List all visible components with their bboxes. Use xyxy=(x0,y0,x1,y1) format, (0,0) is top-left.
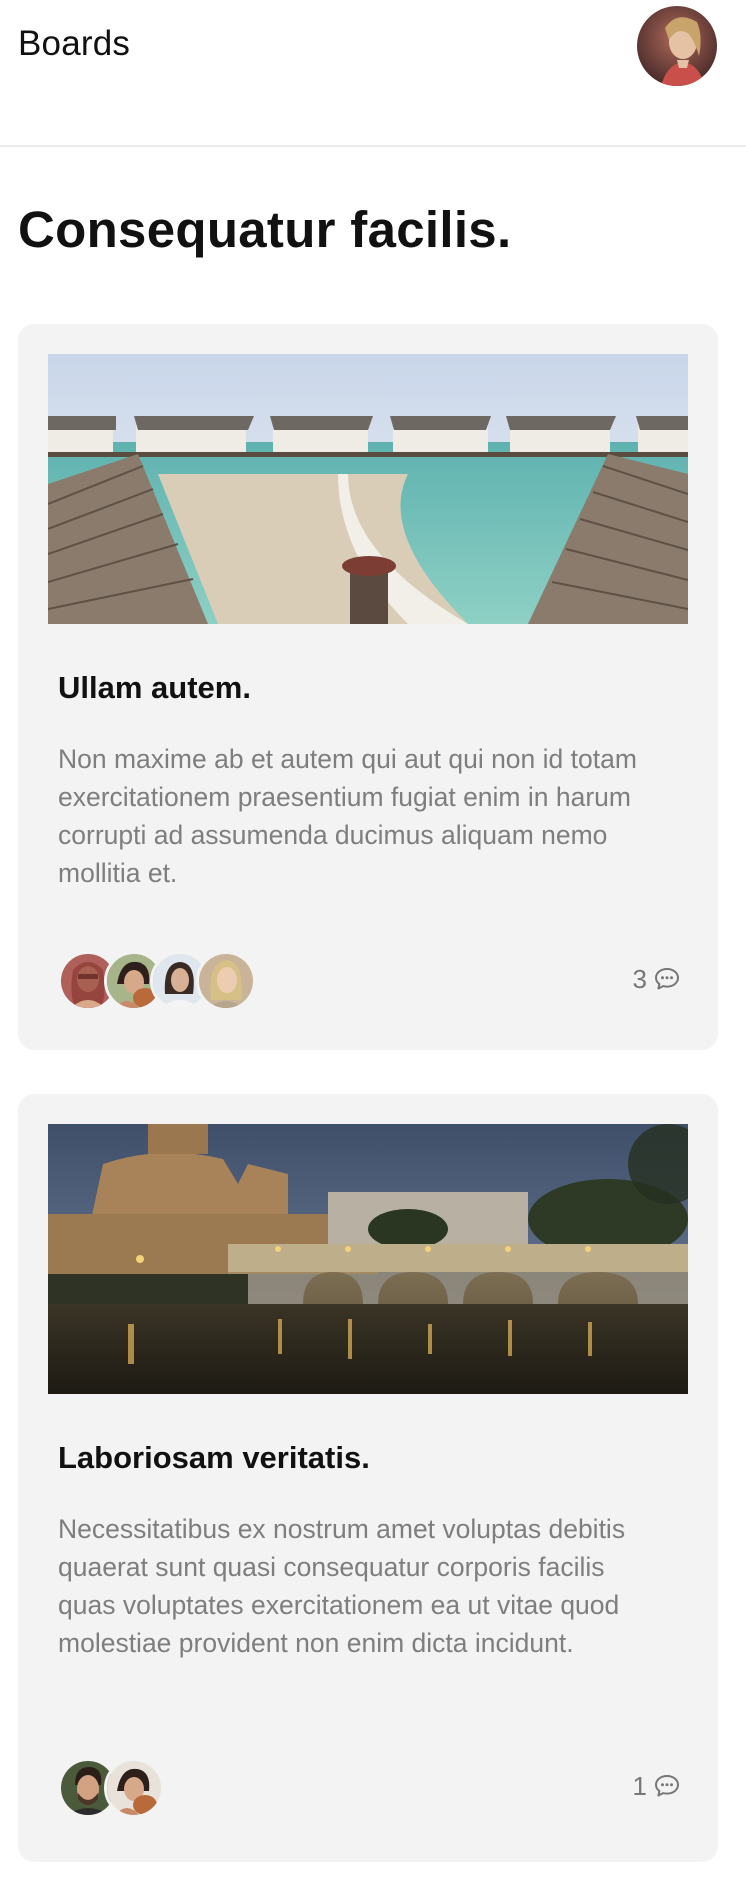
comment-count[interactable]: 1 xyxy=(633,1759,680,1813)
card-title: Laboriosam veritatis. xyxy=(58,1440,370,1475)
card-description: Necessitatibus ex nostrum amet voluptas … xyxy=(58,1514,626,1658)
speech-bubble-icon xyxy=(654,967,680,991)
member-avatars[interactable] xyxy=(58,951,256,1011)
speech-bubble-icon xyxy=(654,1774,680,1798)
app-title: Boards xyxy=(18,24,131,63)
board-card[interactable]: Laboriosam veritatis. Necessitatibus ex … xyxy=(18,1094,718,1862)
card-title: Ullam autem. xyxy=(58,670,251,705)
member-avatar[interactable] xyxy=(104,1758,164,1818)
card-description: Non maxime ab et autem qui aut qui non i… xyxy=(58,744,637,888)
top-bar: Boards xyxy=(0,0,746,147)
page-title: Consequatur facilis. xyxy=(18,201,512,258)
board-card[interactable]: Ullam autem. Non maxime ab et autem qui … xyxy=(18,324,718,1050)
user-avatar[interactable] xyxy=(637,6,717,86)
member-avatars[interactable] xyxy=(58,1758,164,1818)
card-cover-image xyxy=(48,354,688,624)
member-avatar[interactable] xyxy=(196,951,256,1011)
comment-count[interactable]: 3 xyxy=(633,952,680,1006)
comment-count-value: 3 xyxy=(632,963,647,994)
comment-count-value: 1 xyxy=(632,1770,647,1801)
card-cover-image xyxy=(48,1124,688,1394)
